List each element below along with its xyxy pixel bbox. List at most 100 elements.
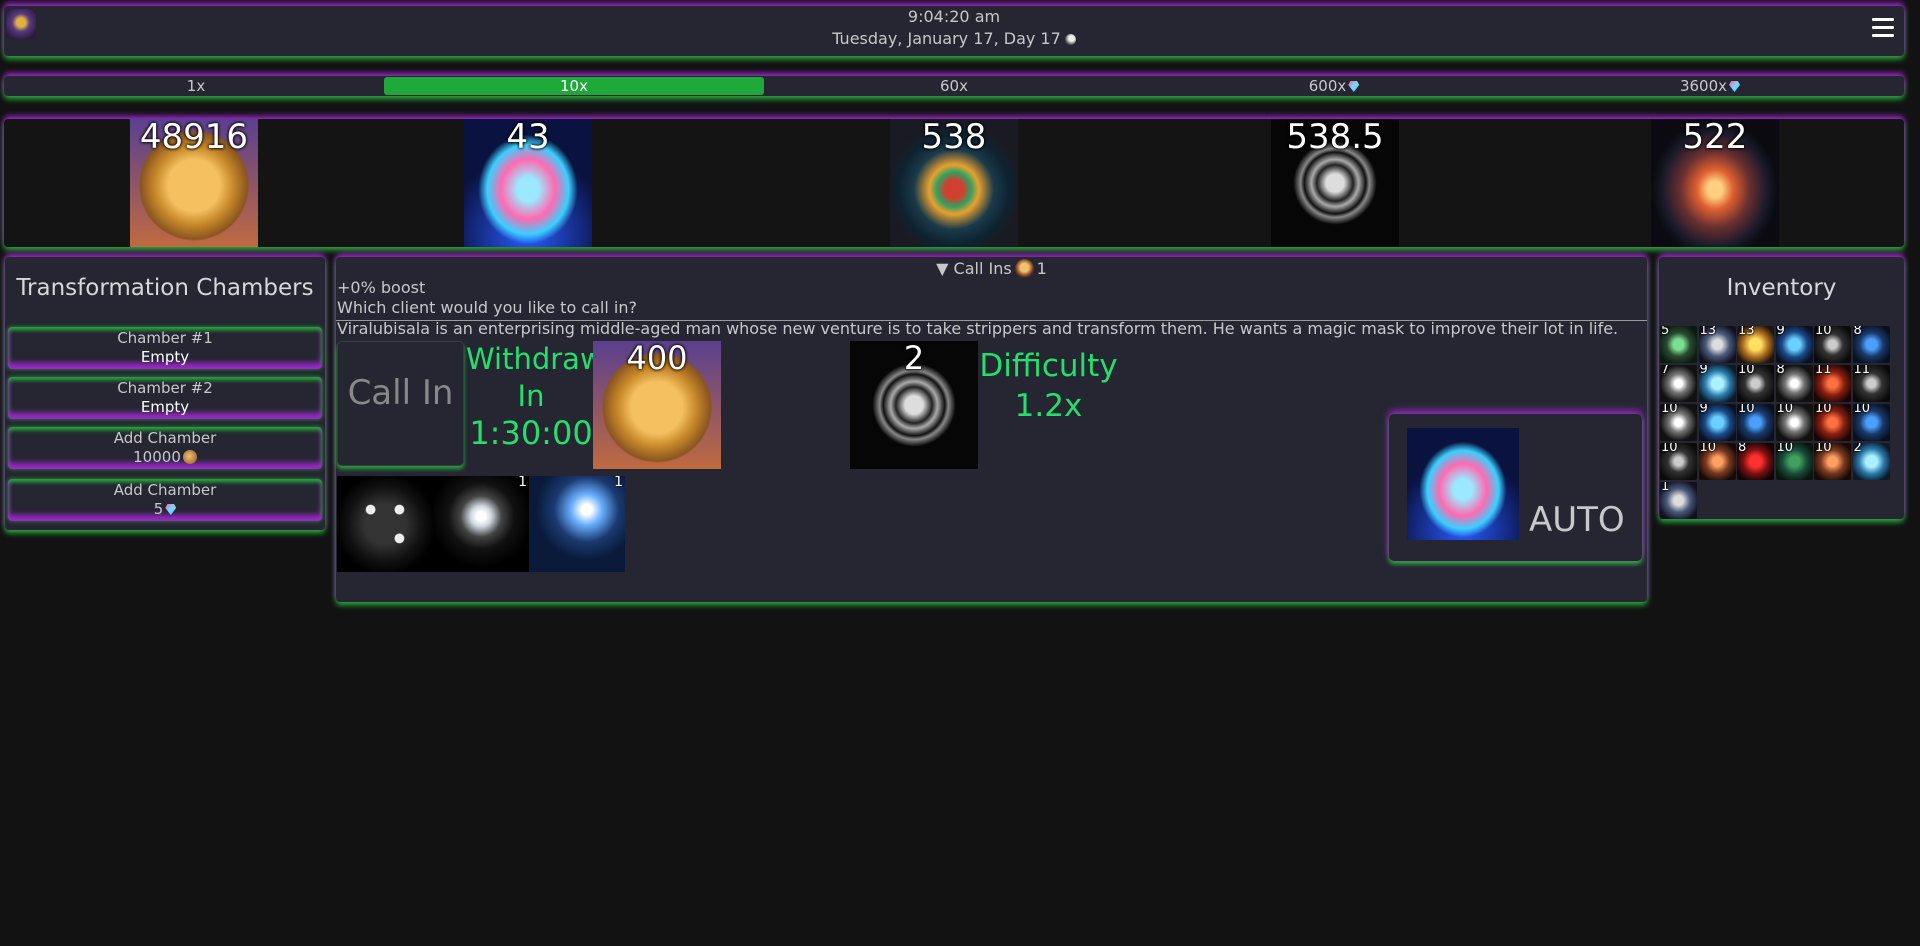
inventory-item-count: 1 bbox=[1661, 482, 1670, 494]
demon-mask-resource: 538.5 bbox=[1271, 119, 1399, 247]
inventory-item[interactable]: 13 bbox=[1737, 326, 1774, 363]
magic-monitor-modifier[interactable]: 1 bbox=[529, 476, 625, 572]
speed-1x-button[interactable]: 1x bbox=[6, 77, 386, 95]
inventory-item[interactable]: 8 bbox=[1775, 365, 1813, 402]
clock: 9:04:20 am Tuesday, January 17, Day 17 bbox=[4, 6, 1904, 50]
add-chamber-label: Add Chamber bbox=[113, 429, 217, 447]
clock-time: 9:04:20 am bbox=[907, 7, 1001, 26]
inventory-item-count: 11 bbox=[1815, 365, 1832, 377]
inventory-item-count: 7 bbox=[1661, 365, 1670, 377]
speed-600x-button[interactable]: 600x bbox=[1144, 77, 1524, 95]
inventory-item[interactable]: 11 bbox=[1814, 365, 1851, 402]
medallion-count: 538 bbox=[921, 119, 987, 157]
speed-10x-button[interactable]: 10x bbox=[384, 77, 764, 95]
add-chamber-cost: 10000 bbox=[8, 448, 322, 467]
dice-modifier[interactable] bbox=[337, 476, 433, 572]
moon-phase-icon bbox=[1064, 34, 1076, 45]
inventory-item-count: 10 bbox=[1815, 326, 1832, 338]
hamburger-menu-icon[interactable] bbox=[1872, 18, 1894, 38]
inventory-item[interactable]: 8 bbox=[1737, 443, 1774, 480]
call-ins-toggle[interactable]: ▼ Call Ins 1 bbox=[336, 258, 1647, 280]
add-chamber-coins-button[interactable]: Add Chamber 10000 bbox=[8, 427, 322, 469]
add-chamber-label: Add Chamber bbox=[113, 481, 217, 499]
inventory-item[interactable]: 10 bbox=[1660, 404, 1697, 441]
diamond-resource: 43 bbox=[464, 119, 592, 247]
chamber-2-button[interactable]: Chamber #2 Empty bbox=[8, 377, 322, 419]
speed-60x-button[interactable]: 60x bbox=[764, 77, 1144, 95]
add-chamber-gems-button[interactable]: Add Chamber 5 bbox=[8, 479, 322, 521]
inventory-item[interactable]: 1 bbox=[1660, 482, 1697, 519]
inventory-item[interactable]: 8 bbox=[1852, 326, 1890, 363]
inventory-item-count: 10 bbox=[1853, 404, 1871, 416]
inventory-item[interactable]: 10 bbox=[1814, 404, 1851, 441]
inventory-item-count: 10 bbox=[1738, 404, 1755, 416]
transformation-chambers-panel: Transformation Chambers Chamber #1 Empty… bbox=[5, 257, 325, 530]
inventory-item-count: 10 bbox=[1661, 404, 1678, 416]
auto-button[interactable]: AUTO bbox=[1389, 414, 1642, 561]
inventory-item[interactable]: 10 bbox=[1737, 365, 1774, 402]
speed-selector: 1x 10x 60x 600x 3600x bbox=[4, 76, 1904, 96]
question-text: Which client would you like to call in? bbox=[337, 298, 637, 317]
inventory-item[interactable]: 7 bbox=[1660, 365, 1697, 402]
gem-icon bbox=[165, 504, 177, 515]
inventory-item[interactable]: 10 bbox=[1660, 443, 1697, 480]
inventory-item-count: 10 bbox=[1815, 404, 1832, 416]
inventory-item-count: 5 bbox=[1661, 326, 1670, 338]
gold-coin-count: 48916 bbox=[139, 119, 249, 157]
coin-icon bbox=[182, 450, 197, 464]
inventory-title: Inventory bbox=[1726, 275, 1837, 301]
inventory-item-count: 10 bbox=[1776, 443, 1794, 455]
inventory-item-count: 8 bbox=[1738, 443, 1747, 455]
inventory-item-count: 9 bbox=[1776, 326, 1785, 338]
chamber-1-button[interactable]: Chamber #1 Empty bbox=[8, 327, 322, 369]
inventory-item-count: 9 bbox=[1699, 365, 1708, 377]
inventory-item-count: 13 bbox=[1699, 326, 1717, 338]
inventory-item[interactable]: 5 bbox=[1660, 326, 1697, 363]
inventory-item-count: 11 bbox=[1853, 365, 1871, 377]
call-ins-label: ▼ Call Ins bbox=[936, 259, 1012, 278]
inventory-item[interactable]: 2 bbox=[1852, 443, 1890, 480]
medallion-resource: 538 bbox=[890, 119, 1018, 247]
inventory-item-count: 2 bbox=[1853, 443, 1862, 455]
call-ins-count: 1 bbox=[1036, 259, 1047, 278]
inventory-item[interactable]: 9 bbox=[1775, 326, 1813, 363]
speed-label: 600x bbox=[1308, 77, 1347, 95]
inventory-item[interactable]: 10 bbox=[1814, 326, 1851, 363]
inventory-item[interactable]: 13 bbox=[1698, 326, 1736, 363]
inventory-item[interactable]: 11 bbox=[1852, 365, 1890, 402]
demon-mask-count: 538.5 bbox=[1286, 119, 1384, 157]
diamond-icon bbox=[1407, 428, 1519, 540]
inventory-item-count: 8 bbox=[1853, 326, 1862, 338]
fire-egg-resource: 522 bbox=[1651, 119, 1779, 247]
difficulty-label: Difficulty bbox=[979, 348, 1118, 384]
date-text: Tuesday, January 17, Day 17 bbox=[832, 29, 1061, 48]
call-in-button[interactable]: Call In bbox=[337, 341, 464, 466]
modifier-count: 1 bbox=[518, 476, 527, 490]
inventory-item[interactable]: 10 bbox=[1698, 443, 1736, 480]
inventory-item[interactable]: 9 bbox=[1698, 365, 1736, 402]
auto-label: AUTO bbox=[1529, 500, 1625, 540]
snowflake-monitor-modifier[interactable]: 1 bbox=[433, 476, 529, 572]
cost-value: 10000 bbox=[133, 448, 181, 466]
chamber-status: Empty bbox=[140, 348, 190, 366]
reward-coin-tile: 400 bbox=[593, 341, 721, 469]
speed-3600x-button[interactable]: 3600x bbox=[1520, 77, 1900, 95]
inventory-item[interactable]: 9 bbox=[1698, 404, 1736, 441]
inventory-item[interactable]: 10 bbox=[1775, 443, 1813, 480]
inventory-item[interactable]: 10 bbox=[1852, 404, 1890, 441]
boost-text: +0% boost bbox=[337, 278, 426, 297]
inventory-item[interactable]: 10 bbox=[1814, 443, 1851, 480]
clock-date: Tuesday, January 17, Day 17 bbox=[4, 28, 1904, 50]
fire-egg-count: 522 bbox=[1682, 119, 1748, 157]
bell-icon bbox=[1014, 259, 1034, 278]
inventory-item[interactable]: 10 bbox=[1775, 404, 1813, 441]
inventory-item-count: 10 bbox=[1738, 365, 1755, 377]
inventory-item[interactable]: 10 bbox=[1737, 404, 1774, 441]
cost-value: 5 bbox=[153, 500, 164, 518]
inventory-item-count: 10 bbox=[1776, 404, 1794, 416]
inventory-item-count: 13 bbox=[1738, 326, 1755, 338]
gem-icon bbox=[1348, 81, 1360, 92]
chamber-label: Chamber #2 bbox=[117, 379, 213, 397]
inventory-item-count: 9 bbox=[1699, 404, 1708, 416]
chamber-label: Chamber #1 bbox=[117, 329, 213, 347]
